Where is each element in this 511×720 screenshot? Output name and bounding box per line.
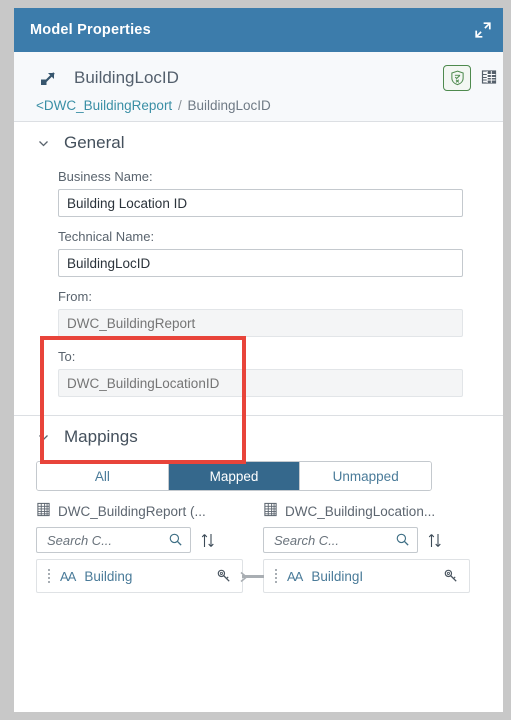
app-root: Model Properties BuildingLocID <DWC_Buil… [0, 0, 511, 720]
mappings-filter-group: All Mapped Unmapped [36, 461, 432, 491]
mappings-section: Mappings All Mapped Unmapped DWC_Buildin… [14, 415, 503, 597]
mapping-connector-arrow-icon [239, 570, 249, 588]
target-sort-icon[interactable] [427, 532, 443, 549]
panel-titlebar: Model Properties [14, 8, 503, 52]
mapping-row-source-label: Building [84, 568, 133, 584]
from-input[interactable] [58, 309, 463, 337]
drag-handle-icon[interactable] [269, 569, 283, 583]
mapping-row-source[interactable]: AA Building [36, 559, 243, 593]
mappings-body: All Mapped Unmapped DWC_BuildingReport (… [14, 451, 503, 597]
breadcrumb: <DWC_BuildingReport / BuildingLocID [14, 94, 503, 113]
source-search-row [36, 527, 243, 553]
field-label: Technical Name: [58, 229, 155, 244]
field-label: From: [58, 289, 92, 304]
target-column-header: DWC_BuildingLocation... [263, 501, 470, 521]
target-searchbox [263, 527, 418, 553]
source-sort-icon[interactable] [200, 532, 216, 549]
search-icon[interactable] [168, 532, 183, 552]
object-name: BuildingLocID [74, 68, 179, 87]
mappings-section-title: Mappings [64, 427, 138, 446]
mapping-row-target[interactable]: AA BuildingI [263, 559, 470, 593]
general-section-header[interactable]: General [14, 122, 503, 157]
model-properties-panel: Model Properties BuildingLocID <DWC_Buil… [14, 8, 503, 712]
breadcrumb-current: BuildingLocID [187, 98, 271, 113]
object-header-row: BuildingLocID [14, 62, 503, 94]
search-icon[interactable] [395, 532, 410, 552]
general-section: General Business Name: Technical Name: F… [14, 122, 503, 415]
breadcrumb-separator: / [177, 98, 182, 113]
mapping-row-pair: AA Building AA BuildingI [36, 559, 481, 597]
target-column-title: DWC_BuildingLocation... [285, 503, 436, 519]
panel-title: Model Properties [30, 22, 151, 38]
table-grid-icon [481, 69, 497, 88]
association-arrow-icon [36, 65, 62, 91]
object-header-actions: 0 [443, 65, 497, 91]
key-icon[interactable] [216, 568, 232, 584]
target-search-input[interactable] [272, 531, 391, 549]
to-input[interactable] [58, 369, 463, 397]
object-header: BuildingLocID <DWC_BuildingReport / Buil… [14, 52, 503, 122]
field-from: From: [58, 289, 463, 337]
source-search-input[interactable] [45, 531, 164, 549]
expand-icon[interactable] [469, 16, 497, 44]
technical-name-input[interactable] [58, 249, 463, 277]
mappings-section-header[interactable]: Mappings [14, 416, 503, 451]
source-searchbox [36, 527, 191, 553]
footer-strip [0, 712, 511, 720]
field-label: Business Name: [58, 169, 153, 184]
chevron-down-icon[interactable] [36, 136, 50, 150]
source-column-title: DWC_BuildingReport (... [58, 503, 206, 519]
filter-mapped[interactable]: Mapped [168, 462, 301, 490]
business-name-input[interactable] [58, 189, 463, 217]
field-business-name: Business Name: [58, 169, 463, 217]
general-form: Business Name: Technical Name: From: To: [14, 157, 503, 415]
key-icon[interactable] [443, 568, 459, 584]
field-to: To: [58, 349, 463, 397]
records-count-group: 0 [481, 69, 503, 88]
field-technical-name: Technical Name: [58, 229, 463, 277]
filter-unmapped[interactable]: Unmapped [300, 462, 431, 490]
field-label: To: [58, 349, 76, 364]
table-icon [263, 502, 278, 520]
mapping-column-target: DWC_BuildingLocation... [263, 501, 470, 553]
mapping-columns: DWC_BuildingReport (... Search C... DWC_… [36, 501, 481, 553]
string-type-icon: AA [60, 568, 76, 584]
mapping-column-source: DWC_BuildingReport (... [36, 501, 243, 553]
mapping-row-target-label: BuildingI [311, 568, 364, 584]
string-type-icon: AA [287, 568, 303, 584]
chevron-down-icon[interactable] [36, 430, 50, 444]
drag-handle-icon[interactable] [42, 569, 56, 583]
general-section-title: General [64, 133, 125, 152]
breadcrumb-parent-link[interactable]: <DWC_BuildingReport [36, 98, 172, 113]
table-icon [36, 502, 51, 520]
target-search-row [263, 527, 470, 553]
filter-all[interactable]: All [37, 462, 169, 490]
shield-check-icon[interactable] [443, 65, 472, 91]
source-column-header: DWC_BuildingReport (... [36, 501, 243, 521]
